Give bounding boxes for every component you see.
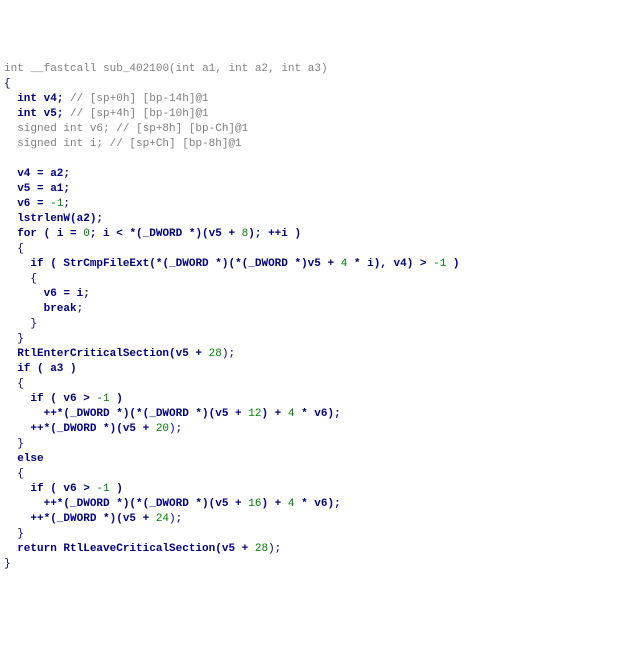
code-line: }	[4, 317, 620, 332]
code-line: int __fastcall sub_402100(int a1, int a2…	[4, 62, 620, 77]
code-line: return RtlLeaveCriticalSection(v5 + 28);	[4, 542, 620, 557]
call-StrCmpFileExt: StrCmpFileExt	[63, 258, 149, 270]
call-RtlEnterCriticalSection: RtlEnterCriticalSection	[17, 348, 169, 360]
code-line: int v4; // [sp+0h] [bp-14h]@1	[4, 92, 620, 107]
code-line: if ( a3 )	[4, 362, 620, 377]
code-line: if ( StrCmpFileExt(*(_DWORD *)(*(_DWORD …	[4, 257, 620, 272]
call-lstrlenW: lstrlenW	[17, 213, 70, 225]
code-line: }	[4, 557, 620, 572]
code-line: v6 = -1;	[4, 197, 620, 212]
code-line: {	[4, 272, 620, 287]
code-line: ++*(_DWORD *)(v5 + 20);	[4, 422, 620, 437]
decompiler-code-view[interactable]: int __fastcall sub_402100(int a1, int a2…	[4, 62, 620, 572]
code-line: {	[4, 77, 620, 92]
code-line: ++*(_DWORD *)(v5 + 24);	[4, 512, 620, 527]
code-line: signed int v6; // [sp+8h] [bp-Ch]@1	[4, 122, 620, 137]
code-line: if ( v6 > -1 )	[4, 392, 620, 407]
code-line: v5 = a1;	[4, 182, 620, 197]
code-line: else	[4, 452, 620, 467]
code-line	[4, 152, 620, 167]
code-line: ++*(_DWORD *)(*(_DWORD *)(v5 + 12) + 4 *…	[4, 407, 620, 422]
code-line: v4 = a2;	[4, 167, 620, 182]
code-line: ++*(_DWORD *)(*(_DWORD *)(v5 + 16) + 4 *…	[4, 497, 620, 512]
code-line: if ( v6 > -1 )	[4, 482, 620, 497]
code-line: }	[4, 332, 620, 347]
code-line: for ( i = 0; i < *(_DWORD *)(v5 + 8); ++…	[4, 227, 620, 242]
code-line: {	[4, 377, 620, 392]
code-line: {	[4, 242, 620, 257]
code-line: }	[4, 437, 620, 452]
code-line: break;	[4, 302, 620, 317]
code-line: }	[4, 527, 620, 542]
code-line: RtlEnterCriticalSection(v5 + 28);	[4, 347, 620, 362]
code-line: signed int i; // [sp+Ch] [bp-8h]@1	[4, 137, 620, 152]
code-line: v6 = i;	[4, 287, 620, 302]
code-line: {	[4, 467, 620, 482]
code-line: lstrlenW(a2);	[4, 212, 620, 227]
code-line: int v5; // [sp+4h] [bp-10h]@1	[4, 107, 620, 122]
call-RtlLeaveCriticalSection: RtlLeaveCriticalSection	[63, 543, 215, 555]
